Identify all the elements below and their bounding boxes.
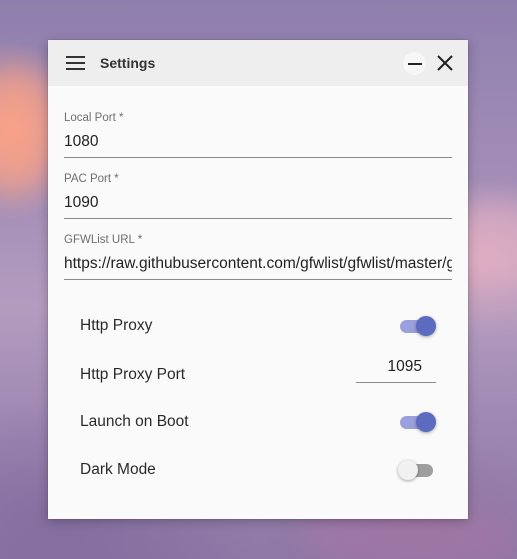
local-port-label: Local Port * <box>64 112 124 124</box>
http-proxy-port-label: Http Proxy Port <box>80 366 186 383</box>
local-port-field: Local Port * <box>64 111 452 158</box>
http-proxy-row: Http Proxy <box>80 312 436 340</box>
pac-port-input[interactable] <box>64 190 452 219</box>
dark-mode-row: Dark Mode <box>80 456 436 484</box>
minimize-icon <box>408 63 422 65</box>
desktop-background: Settings Local Port * PAC Port * GFWList… <box>0 0 517 559</box>
launch-on-boot-row: Launch on Boot <box>80 408 436 436</box>
toggle-thumb <box>416 316 436 336</box>
toggle-thumb <box>398 460 418 480</box>
dark-mode-toggle[interactable] <box>398 460 436 480</box>
window-title: Settings <box>100 55 156 71</box>
toggle-thumb <box>416 412 436 432</box>
http-proxy-label: Http Proxy <box>80 317 153 334</box>
close-button[interactable] <box>434 52 456 74</box>
settings-window: Settings Local Port * PAC Port * GFWList… <box>48 40 468 519</box>
launch-on-boot-toggle[interactable] <box>398 412 436 432</box>
minimize-button[interactable] <box>403 52 426 75</box>
launch-on-boot-label: Launch on Boot <box>80 413 189 430</box>
http-proxy-port-input[interactable] <box>356 356 436 383</box>
http-proxy-port-row: Http Proxy Port <box>80 356 436 383</box>
gfwlist-url-input[interactable] <box>64 251 452 280</box>
http-proxy-toggle[interactable] <box>398 316 436 336</box>
local-port-input[interactable] <box>64 129 452 158</box>
menu-icon[interactable] <box>66 55 86 71</box>
gfwlist-url-field: GFWList URL * <box>64 233 452 280</box>
close-icon <box>437 55 453 71</box>
gfwlist-url-label: GFWList URL * <box>64 234 143 246</box>
pac-port-field: PAC Port * <box>64 172 452 219</box>
dark-mode-label: Dark Mode <box>80 461 156 478</box>
title-bar: Settings <box>48 40 468 86</box>
pac-port-label: PAC Port * <box>64 173 119 185</box>
